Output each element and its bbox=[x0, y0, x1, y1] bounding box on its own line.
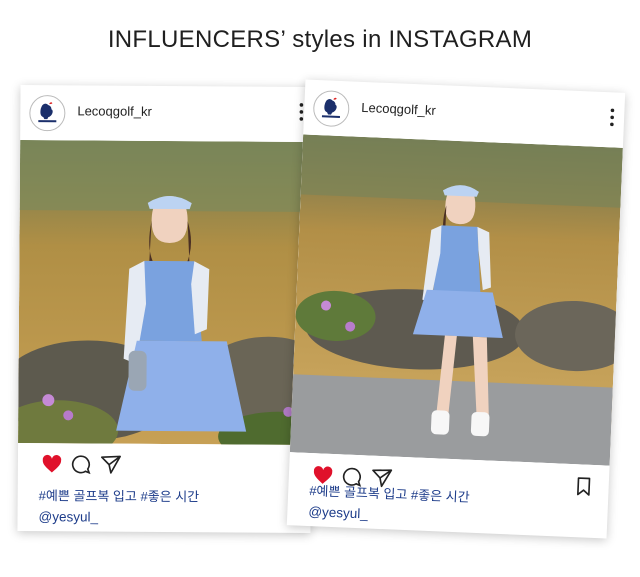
post-hashtags[interactable]: #예쁜 골프복 입고 #좋은 시간 bbox=[39, 485, 200, 505]
golf-outfit-photo bbox=[289, 134, 623, 466]
brand-avatar[interactable] bbox=[312, 89, 351, 128]
comment-icon[interactable] bbox=[70, 453, 92, 475]
heart-icon[interactable] bbox=[41, 453, 63, 475]
bookmark-icon[interactable] bbox=[572, 475, 595, 498]
rooster-logo-icon bbox=[315, 92, 348, 125]
golf-outfit-photo bbox=[18, 139, 314, 446]
post-mention[interactable]: @yesyul_ bbox=[308, 504, 368, 521]
instagram-post-1: Lecoqgolf_kr #예쁜 골프복 입고 #좋은 시간 @yesyul_ bbox=[17, 84, 314, 534]
more-options-icon[interactable] bbox=[609, 107, 616, 127]
post-header: Lecoqgolf_kr bbox=[303, 79, 625, 144]
instagram-post-2: Lecoqgolf_kr #예쁜 골프복 입고 #좋은 시간 @yesyul_ bbox=[286, 79, 626, 539]
post-actions bbox=[18, 449, 311, 481]
post-photo[interactable] bbox=[18, 139, 314, 446]
post-photo[interactable] bbox=[289, 134, 623, 466]
post-mention[interactable]: @yesyul_ bbox=[38, 509, 98, 524]
share-icon[interactable] bbox=[100, 454, 122, 476]
post-username[interactable]: Lecoqgolf_kr bbox=[361, 100, 436, 118]
rooster-logo-icon bbox=[31, 97, 64, 130]
page-headline: INFLUENCERS’ styles in INSTAGRAM bbox=[107, 26, 533, 53]
post-header: Lecoqgolf_kr bbox=[20, 85, 313, 139]
brand-avatar[interactable] bbox=[29, 95, 66, 132]
post-username[interactable]: Lecoqgolf_kr bbox=[77, 103, 152, 119]
